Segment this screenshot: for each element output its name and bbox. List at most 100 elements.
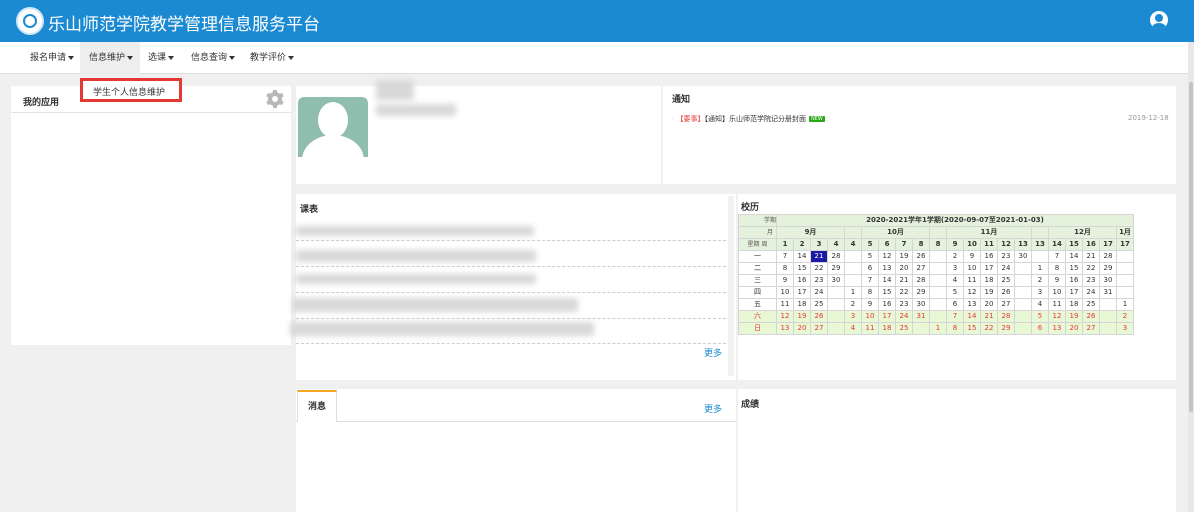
calendar-day: 27 bbox=[810, 322, 828, 335]
nav-item-label: 报名申请 bbox=[30, 53, 67, 63]
calendar-day: 14 bbox=[793, 250, 811, 263]
schedule-title: 课表 bbox=[300, 205, 319, 215]
messages-more-link[interactable]: 更多 bbox=[704, 402, 722, 415]
calendar-day bbox=[929, 286, 947, 299]
calendar-day: 30 bbox=[1099, 274, 1117, 287]
profile-avatar bbox=[298, 97, 368, 157]
blurred-schedule-row bbox=[296, 250, 536, 262]
calendar-day: 14 bbox=[878, 274, 896, 287]
notice-item[interactable]: · 【要事】【通知】乐山师范学院记分册封面 NEW bbox=[672, 114, 825, 124]
calendar-day: 28 bbox=[1099, 250, 1117, 263]
weekday-label: 五 bbox=[738, 298, 777, 311]
gear-icon[interactable] bbox=[266, 90, 284, 108]
chevron-down-icon bbox=[168, 55, 175, 60]
calendar-day: 28 bbox=[827, 250, 845, 263]
calendar-day bbox=[827, 286, 845, 299]
calendar-day: 25 bbox=[810, 298, 828, 311]
calendar-day: 15 bbox=[1065, 262, 1083, 275]
nav-item-label: 信息查询 bbox=[191, 53, 228, 63]
nav-item-apply[interactable]: 报名申请 bbox=[22, 42, 78, 74]
month-label: 11月 bbox=[946, 226, 1032, 239]
week-number: 11 bbox=[980, 238, 998, 251]
calendar-day: 3 bbox=[946, 262, 964, 275]
calendar-day: 27 bbox=[912, 262, 930, 275]
site-title: 乐山师范学院教学管理信息服务平台 bbox=[48, 15, 320, 35]
month-label: 9月 bbox=[776, 226, 845, 239]
calendar-day bbox=[844, 250, 862, 263]
semester-label: 2020-2021学年1学期(2020-09-07至2021-01-03) bbox=[776, 214, 1134, 227]
dropdown-item-student-info[interactable]: 学生个人信息维护 bbox=[93, 85, 165, 98]
calendar-day: 4 bbox=[1031, 298, 1049, 311]
week-number: 6 bbox=[878, 238, 896, 251]
calendar-day: 5 bbox=[946, 286, 964, 299]
schedule-more-link[interactable]: 更多 bbox=[704, 346, 722, 359]
calendar-day bbox=[1014, 262, 1032, 275]
calendar-day: 8 bbox=[861, 286, 879, 299]
calendar-day bbox=[912, 322, 930, 335]
calendar-day: 31 bbox=[912, 310, 930, 323]
calendar-title: 校历 bbox=[741, 203, 760, 213]
notice-panel: 通知 bbox=[663, 86, 1176, 184]
nav-item-course-selection[interactable]: 选课 bbox=[142, 42, 182, 74]
calendar-day: 30 bbox=[827, 274, 845, 287]
calendar-day bbox=[1014, 322, 1032, 335]
tab-messages[interactable]: 消息 bbox=[297, 390, 337, 422]
calendar-day: 14 bbox=[1065, 250, 1083, 263]
calendar-day: 23 bbox=[895, 298, 913, 311]
week-number: 8 bbox=[929, 238, 947, 251]
calendar-day: 18 bbox=[1065, 298, 1083, 311]
messages-panel bbox=[296, 389, 736, 512]
blurred-schedule-row bbox=[292, 298, 578, 312]
week-number: 4 bbox=[844, 238, 862, 251]
nav-item-info-query[interactable]: 信息查询 bbox=[185, 42, 241, 74]
weekday-label: 一 bbox=[738, 250, 777, 263]
blurred-schedule-row bbox=[296, 226, 534, 236]
calendar-day: 17 bbox=[878, 310, 896, 323]
calendar-day: 1 bbox=[1116, 298, 1134, 311]
calendar-day: 17 bbox=[1065, 286, 1083, 299]
chevron-down-icon bbox=[127, 55, 134, 60]
calendar-day: 5 bbox=[861, 250, 879, 263]
calendar-day: 19 bbox=[793, 310, 811, 323]
chevron-down-icon bbox=[68, 55, 75, 60]
nav-item-teaching-evaluation[interactable]: 教学评价 bbox=[244, 42, 306, 74]
calendar-day bbox=[1116, 274, 1134, 287]
week-number: 17 bbox=[1116, 238, 1134, 251]
notice-date: 2019-12-18 bbox=[1128, 114, 1169, 122]
calendar-day: 4 bbox=[844, 322, 862, 335]
calendar-day: 7 bbox=[861, 274, 879, 287]
calendar-day bbox=[1014, 298, 1032, 311]
calendar-day: 10 bbox=[861, 310, 879, 323]
calendar-day: 7 bbox=[946, 310, 964, 323]
calendar-day: 25 bbox=[997, 274, 1015, 287]
my-apps-title: 我的应用 bbox=[23, 98, 60, 108]
calendar-day: 1 bbox=[844, 286, 862, 299]
calendar-day: 9 bbox=[963, 250, 981, 263]
calendar-day: 9 bbox=[861, 298, 879, 311]
user-avatar-icon[interactable] bbox=[1150, 11, 1168, 29]
calendar-day: 24 bbox=[895, 310, 913, 323]
week-number: 13 bbox=[1031, 238, 1049, 251]
weekday-label: 日 bbox=[738, 322, 777, 335]
calendar-day: 10 bbox=[776, 286, 794, 299]
calendar-day: 11 bbox=[963, 274, 981, 287]
page-scrollbar[interactable] bbox=[1188, 42, 1194, 512]
calendar-day: 27 bbox=[1082, 322, 1100, 335]
calendar-day: 20 bbox=[793, 322, 811, 335]
calendar-day: 7 bbox=[776, 250, 794, 263]
calendar-day: 8 bbox=[1048, 262, 1066, 275]
week-number: 17 bbox=[1099, 238, 1117, 251]
week-number: 9 bbox=[946, 238, 964, 251]
calendar-day bbox=[827, 322, 845, 335]
school-logo-icon bbox=[16, 7, 44, 35]
calendar-day: 10 bbox=[963, 262, 981, 275]
calendar-day: 13 bbox=[963, 298, 981, 311]
schedule-scrollbar[interactable] bbox=[728, 196, 734, 376]
nav-item-info-maintenance[interactable]: 信息维护 bbox=[80, 42, 140, 74]
calendar-day: 19 bbox=[980, 286, 998, 299]
nav-item-label: 选课 bbox=[148, 53, 167, 63]
week-number: 14 bbox=[1048, 238, 1066, 251]
calendar-day: 28 bbox=[997, 310, 1015, 323]
calendar-day: 31 bbox=[1099, 286, 1117, 299]
calendar-day: 5 bbox=[1031, 310, 1049, 323]
